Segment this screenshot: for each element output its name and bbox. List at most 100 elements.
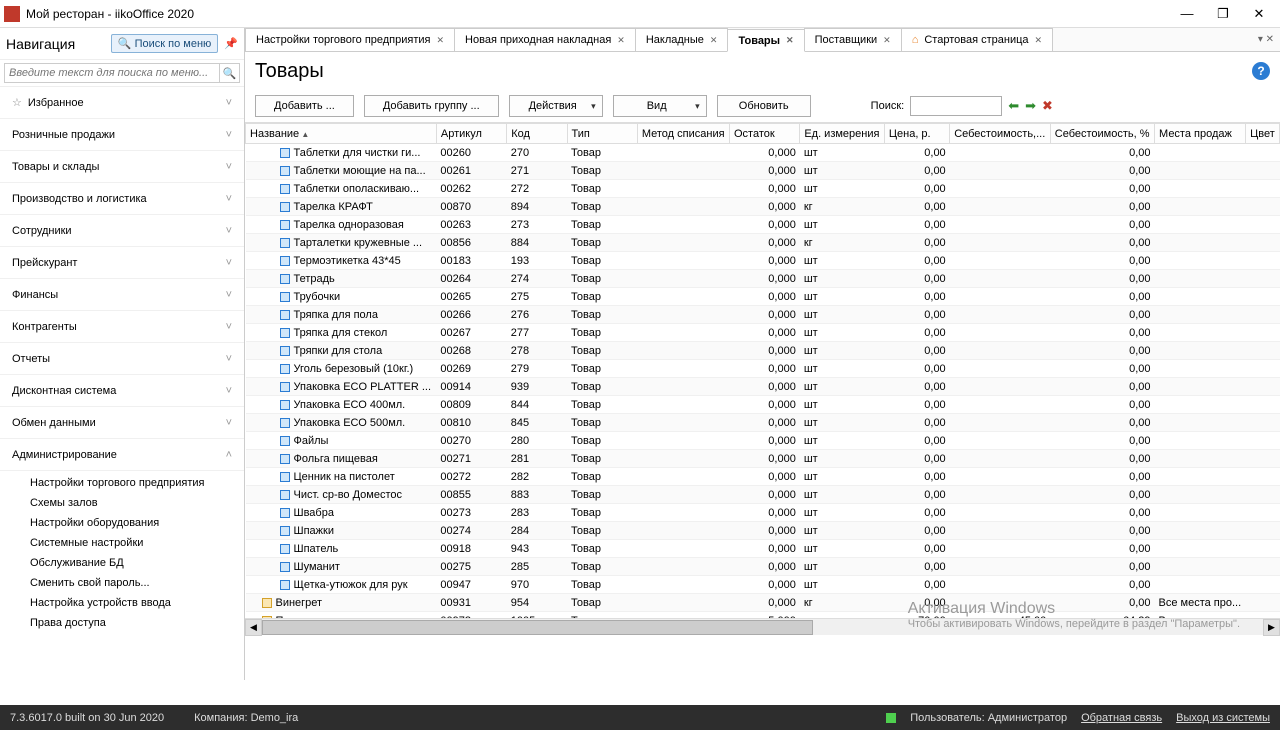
column-header[interactable]: Цвет [1246,124,1280,144]
column-header[interactable]: Тип [567,124,637,144]
sidebar-sub-item[interactable]: Обслуживание БД [30,553,244,573]
table-row[interactable]: Фольга пищевая00271281Товар0,000шт0,000,… [246,450,1280,468]
add-group-button[interactable]: Добавить группу ... [364,95,499,117]
column-header[interactable]: Артикул [436,124,506,144]
view-dropdown[interactable]: Вид [613,95,707,117]
tab[interactable]: Товары✕ [727,29,804,52]
table-row[interactable]: Винегрет00931954Товар0,000кг0,000,00Все … [246,594,1280,612]
sidebar-group[interactable]: Прейскурант˅ [0,247,244,279]
table-row[interactable]: Таблетки для чистки ги...00260270Товар0,… [246,144,1280,162]
tab-close-icon[interactable]: ✕ [786,35,794,46]
tab[interactable]: Настройки торгового предприятия✕ [245,28,455,51]
logout-link[interactable]: Выход из системы [1176,712,1270,724]
column-header[interactable]: Себестоимость,... [950,124,1051,144]
tab[interactable]: ⌂Стартовая страница✕ [901,28,1053,51]
sidebar-sub-item[interactable]: Системные настройки [30,533,244,553]
sidebar-search-go[interactable]: 🔍 [220,63,240,83]
column-header[interactable]: Код [507,124,567,144]
sidebar-sub-item[interactable]: Настройка устройств ввода [30,593,244,613]
column-header[interactable]: Места продаж [1155,124,1246,144]
sidebar-search-input[interactable] [4,63,220,83]
tab[interactable]: Поставщики✕ [804,28,902,51]
sidebar-group[interactable]: Сотрудники˅ [0,215,244,247]
grid-search-input[interactable] [910,96,1002,116]
table-row[interactable]: Тетрадь00264274Товар0,000шт0,000,00 [246,270,1280,288]
sidebar-sub-item[interactable]: Настройки оборудования [30,513,244,533]
prev-icon[interactable]: ⬅ [1008,98,1019,114]
tab[interactable]: Новая приходная накладная✕ [454,28,636,51]
column-header[interactable]: Название [246,124,437,144]
clear-search-icon[interactable]: ✖ [1042,98,1053,114]
table-row[interactable]: Тарелка КРАФТ00870894Товар0,000кг0,000,0… [246,198,1280,216]
table-row[interactable]: Упаковка ECO PLATTER ...00914939Товар0,0… [246,378,1280,396]
table-row[interactable]: Термоэтикетка 43*4500183193Товар0,000шт0… [246,252,1280,270]
table-row[interactable]: Уголь березовый (10кг.)00269279Товар0,00… [246,360,1280,378]
refresh-button[interactable]: Обновить [717,95,811,117]
sidebar-sub-item[interactable]: Права доступа [30,613,244,633]
actions-dropdown[interactable]: Действия [509,95,603,117]
sidebar-group[interactable]: Дисконтная система˅ [0,375,244,407]
feedback-link[interactable]: Обратная связь [1081,712,1162,724]
sidebar-group[interactable]: Товары и склады˅ [0,151,244,183]
table-row[interactable]: Тряпка для стекол00267277Товар0,000шт0,0… [246,324,1280,342]
table-row[interactable]: Трубочки00265275Товар0,000шт0,000,00 [246,288,1280,306]
table-row[interactable]: Чист. ср-во Доместос00855883Товар0,000шт… [246,486,1280,504]
home-icon: ⌂ [912,34,919,46]
maximize-button[interactable]: ❐ [1212,6,1234,22]
tab-close-icon[interactable]: ✕ [1035,35,1043,46]
tab-close-icon[interactable]: ✕ [617,35,625,46]
pin-icon[interactable]: 📌 [224,37,238,50]
cell-color [1246,414,1280,432]
table-row[interactable]: Упаковка ЕСО 400мл.00809844Товар0,000шт0… [246,396,1280,414]
column-header[interactable]: Метод списания [637,124,729,144]
column-header[interactable]: Остаток [729,124,799,144]
search-menu-button[interactable]: 🔍 Поиск по меню [111,34,218,53]
add-button[interactable]: Добавить ... [255,95,354,117]
tab[interactable]: Накладные✕ [635,28,729,51]
table-row[interactable]: Тряпка для пола00266276Товар0,000шт0,000… [246,306,1280,324]
next-icon[interactable]: ➡ [1025,98,1036,114]
table-row[interactable]: Щетка-утюжок для рук00947970Товар0,000шт… [246,576,1280,594]
products-grid[interactable]: НазваниеАртикулКодТипМетод списанияОстат… [245,123,1280,618]
cell-code: 273 [507,216,567,234]
scroll-right-icon[interactable]: ▶ [1263,619,1280,636]
table-row[interactable]: Ценник на пистолет00272282Товар0,000шт0,… [246,468,1280,486]
table-row[interactable]: Тарелка одноразовая00263273Товар0,000шт0… [246,216,1280,234]
table-row[interactable]: Тряпки для стола00268278Товар0,000шт0,00… [246,342,1280,360]
scroll-thumb[interactable] [262,620,813,635]
tab-close-icon[interactable]: ✕ [883,35,891,46]
tab-close-icon[interactable]: ✕ [437,35,445,46]
scroll-left-icon[interactable]: ◀ [245,619,262,636]
table-row[interactable]: Таблетки моющие на па...00261271Товар0,0… [246,162,1280,180]
tab-close-icon[interactable]: ✕ [710,35,718,46]
sidebar-group[interactable]: Администрирование˄ [0,439,244,471]
help-icon[interactable]: ? [1252,62,1270,80]
sidebar-group[interactable]: Финансы˅ [0,279,244,311]
table-row[interactable]: Файлы00270280Товар0,000шт0,000,00 [246,432,1280,450]
sidebar-sub-item[interactable]: Сменить свой пароль... [30,573,244,593]
table-row[interactable]: Таблетки ополаскиваю...00262272Товар0,00… [246,180,1280,198]
sidebar-group[interactable]: ☆Избранное˅ [0,87,244,119]
sidebar-sub-item[interactable]: Схемы залов [30,493,244,513]
tabs-overflow[interactable]: ▾ ✕ [1252,28,1280,51]
table-row[interactable]: Швабра00273283Товар0,000шт0,000,00 [246,504,1280,522]
table-row[interactable]: Тарталетки кружевные ...00856884Товар0,0… [246,234,1280,252]
sidebar-sub-item[interactable]: Настройки торгового предприятия [30,473,244,493]
column-header[interactable]: Себестоимость, % [1050,124,1154,144]
table-row[interactable]: Упаковка ЕСО 500мл.00810845Товар0,000шт0… [246,414,1280,432]
sidebar-group[interactable]: Производство и логистика˅ [0,183,244,215]
column-header[interactable]: Цена, р. [884,124,949,144]
close-button[interactable]: ✕ [1248,6,1270,22]
table-row[interactable]: Шпатель00918943Товар0,000шт0,000,00 [246,540,1280,558]
table-row[interactable]: Шпажки00274284Товар0,000шт0,000,00 [246,522,1280,540]
column-header[interactable]: Ед. измерения [800,124,885,144]
sidebar-group[interactable]: Розничные продажи˅ [0,119,244,151]
cell-rest: 0,000 [729,594,799,612]
cell-cost [950,594,1051,612]
sidebar-group[interactable]: Отчеты˅ [0,343,244,375]
horizontal-scrollbar[interactable]: ◀ ▶ [245,618,1280,635]
table-row[interactable]: Шуманит00275285Товар0,000шт0,000,00 [246,558,1280,576]
minimize-button[interactable]: — [1176,6,1198,22]
sidebar-group[interactable]: Контрагенты˅ [0,311,244,343]
sidebar-group[interactable]: Обмен данными˅ [0,407,244,439]
